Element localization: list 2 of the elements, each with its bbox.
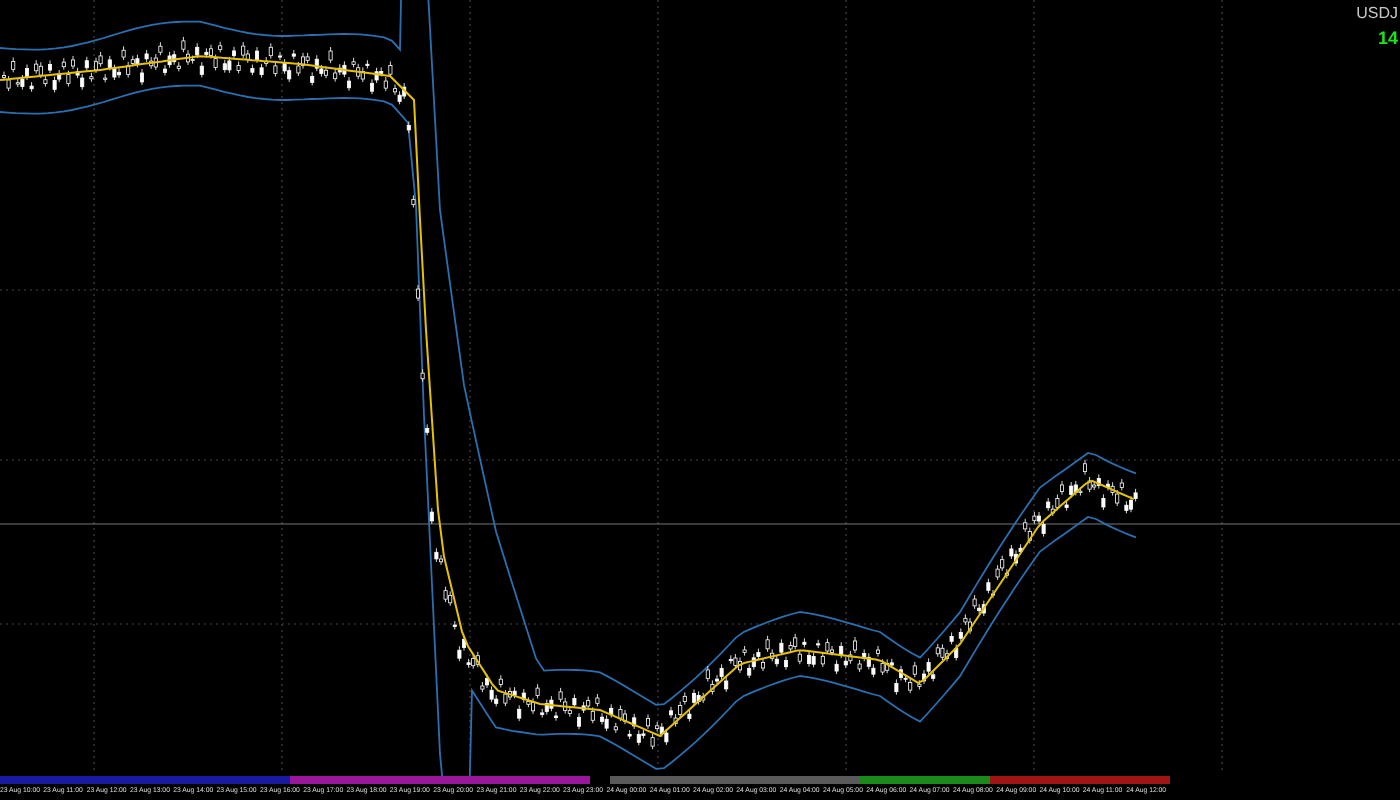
price-value: 14: [1377, 30, 1398, 48]
symbol-label: USDJ: [1356, 6, 1398, 22]
